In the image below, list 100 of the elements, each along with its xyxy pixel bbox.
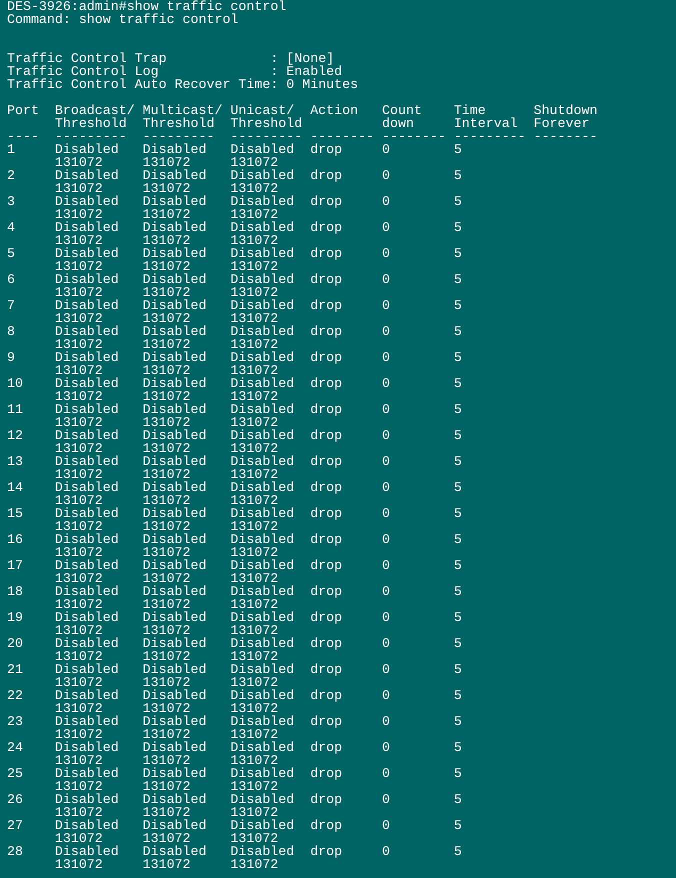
table-cell-text: Disabled [142,221,208,234]
table-cell-text: Disabled [230,273,296,286]
table-cell-text: Disabled [230,637,296,650]
table-cell-text: 131072 [54,676,103,689]
port-cell: 19 [7,610,23,625]
table-cell-text: Disabled [142,429,208,442]
column-header: Shutdown Forever [534,104,598,130]
table-cell: drop [310,792,342,807]
table-cell: 0 [382,792,390,807]
table-cell-text: Disabled [142,481,208,494]
table-cell: drop [310,272,342,287]
port-cell: 17 [7,558,23,573]
table-cell-text: Disabled [142,533,208,546]
table-cell-text: Disabled [54,715,120,728]
table-cell-text: 131072 [142,390,191,403]
table-cell: 5 [454,376,462,391]
table-cell-text: Disabled [54,403,120,416]
table-cell-text: Disabled [142,169,208,182]
table-cell-text: Disabled [54,689,120,702]
table-cell-text: Disabled [54,429,120,442]
table-cell-text: 131072 [230,728,278,741]
table-cell: 0 [382,740,390,755]
table-cell: 0 [382,558,390,573]
table-cell: 0 [382,506,390,521]
table-cell-text: 131072 [54,468,103,481]
table-cell-text: 131072 [142,260,191,273]
port-cell: 8 [7,324,15,339]
table-cell: 0 [382,350,390,365]
table-cell-text: 131072 [54,520,103,533]
table-cell-text: Disabled [230,325,296,338]
table-cell: 5 [454,454,462,469]
table-cell-text: Disabled [142,663,208,676]
table-cell: 0 [382,376,390,391]
table-cell-text: 131072 [54,624,103,637]
table-cell: drop [310,324,342,339]
table-cell-text: Disabled [230,455,296,468]
table-cell: drop [310,506,342,521]
command-line: DES-3926:admin#show traffic control [7,0,288,13]
table-cell-text: Disabled [230,793,296,806]
setting-line: Traffic Control Trap : [None] [7,52,334,65]
table-cell-text: 131072 [142,364,191,377]
table-cell: 5 [454,350,462,365]
table-cell: 0 [382,480,390,495]
table-cell-text: 131072 [230,156,278,169]
table-cell-text: Disabled [54,507,120,520]
table-cell: 5 [454,480,462,495]
port-cell: 27 [7,818,23,833]
table-cell: drop [310,298,342,313]
table-cell: 5 [454,194,462,209]
table-cell-text: Disabled [54,325,120,338]
table-cell-text: 131072 [54,806,103,819]
table-cell-text: 131072 [230,780,278,793]
table-cell-text: 131072 [230,208,278,221]
port-cell: 22 [7,688,23,703]
table-cell-text: Disabled [230,169,296,182]
table-cell-text: 131072 [54,572,103,585]
table-cell-text: Disabled [54,611,120,624]
table-cell: drop [310,558,342,573]
table-cell-text: Disabled [230,507,296,520]
table-cell-text: 131072 [54,208,103,221]
table-cell: 0 [382,324,390,339]
table-cell-text: Disabled [230,247,296,260]
table-cell-text: Disabled [54,585,120,598]
table-cell-text: 131072 [230,390,278,403]
table-cell-text: 131072 [230,598,278,611]
table-cell: 5 [454,558,462,573]
table-cell-text: Disabled [142,559,208,572]
table-cell-text: 131072 [54,234,103,247]
table-cell-text: 131072 [54,364,103,377]
column-header: Action [310,104,360,117]
table-cell-text: Disabled [230,533,296,546]
table-cell: 5 [454,662,462,677]
table-cell: 0 [382,246,390,261]
separator-dashes: ---- [7,129,39,144]
table-cell-text: 131072 [54,182,103,195]
port-cell: 5 [7,246,15,261]
table-cell-text: 131072 [230,286,278,299]
table-cell: 5 [454,714,462,729]
separator-dashes: --------- [54,129,127,144]
table-cell-text: 131072 [54,754,103,767]
table-cell-text: 131072 [142,780,191,793]
port-cell: 1 [7,142,15,157]
port-cell: 13 [7,454,23,469]
table-cell-text: Disabled [142,585,208,598]
table-cell-text: 131072 [54,728,103,741]
table-cell-text: 131072 [230,182,278,195]
table-cell-text: Disabled [230,845,296,858]
table-cell: 0 [382,636,390,651]
table-cell: 0 [382,714,390,729]
port-cell: 4 [7,220,15,235]
table-cell-text: 131072 [142,598,191,611]
setting-line: Traffic Control Auto Recover Time: 0 Minutes [7,78,360,91]
table-cell-text: Disabled [54,221,120,234]
setting-line: Traffic Control Log : Enabled [7,65,342,78]
port-cell: 26 [7,792,23,807]
table-cell-text: Disabled [54,741,120,754]
table-cell: 0 [382,298,390,313]
table-cell-text: 131072 [142,182,191,195]
table-cell: 5 [454,168,462,183]
table-cell-text: Disabled [54,299,120,312]
